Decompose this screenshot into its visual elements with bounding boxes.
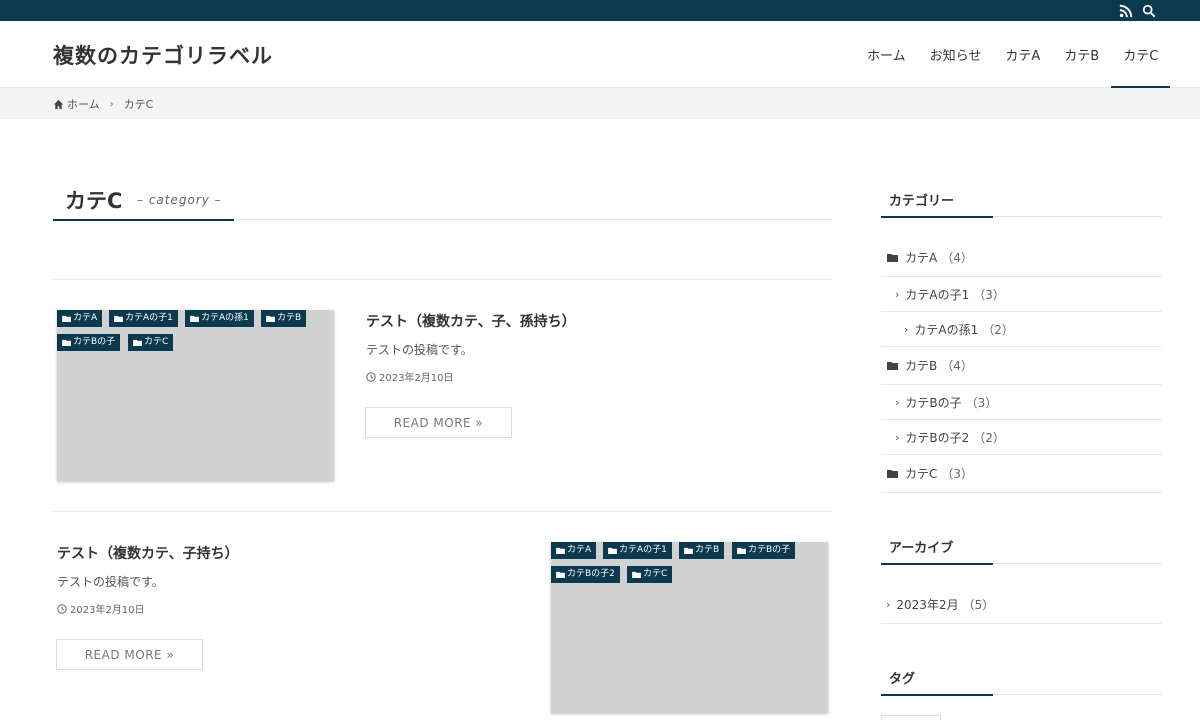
widget-title-area: タグ xyxy=(881,664,1162,696)
category-item[interactable]: カテC （3） xyxy=(881,455,1162,493)
folder-icon xyxy=(266,315,275,322)
breadcrumb-band: ホーム › カテC xyxy=(0,88,1200,119)
folder-icon xyxy=(887,253,898,262)
rss-icon[interactable] xyxy=(1119,3,1134,18)
divider xyxy=(53,511,832,512)
folder-icon xyxy=(556,547,565,554)
post-title[interactable]: テスト（複数カテ、子持ち） xyxy=(57,543,239,563)
chevron-right-icon: › xyxy=(895,395,900,409)
category-tag[interactable]: カテAの子1 xyxy=(603,542,672,559)
folder-icon xyxy=(556,571,565,578)
search-icon[interactable] xyxy=(1142,3,1157,18)
chevron-right-icon: › xyxy=(886,598,891,611)
folder-icon xyxy=(133,339,142,346)
breadcrumb-current: カテC xyxy=(123,98,154,111)
folder-icon xyxy=(737,547,746,554)
clock-icon xyxy=(366,371,376,382)
folder-icon xyxy=(887,362,898,370)
chevron-right-icon: › xyxy=(904,322,909,336)
breadcrumb-home[interactable]: ホーム xyxy=(67,96,100,112)
category-tag[interactable]: カテBの子 xyxy=(57,334,121,351)
nav-item-cat-a[interactable]: カテA xyxy=(993,21,1052,87)
folder-icon xyxy=(608,547,617,554)
category-item[interactable]: › カテAの孫1 （2） xyxy=(881,312,1162,347)
home-icon xyxy=(53,99,64,109)
post-date: 2023年2月10日 xyxy=(57,601,145,616)
category-tag[interactable]: カテA xyxy=(57,310,103,327)
folder-icon xyxy=(887,470,898,478)
chevron-right-icon: › xyxy=(895,287,900,301)
folder-icon xyxy=(190,315,199,322)
divider xyxy=(53,279,832,280)
category-item[interactable]: › カテBの子 （3） xyxy=(881,385,1162,420)
post-date: 2023年2月10日 xyxy=(366,369,454,384)
post-thumbnail[interactable]: カテA カテAの子1 カテB カテBの子 カテBの子2 カテC xyxy=(551,542,828,713)
category-tag[interactable]: カテBの子2 xyxy=(551,566,620,583)
nav-item-cat-c[interactable]: カテC xyxy=(1111,21,1171,88)
category-tag[interactable]: カテC xyxy=(627,566,673,583)
site-title[interactable]: 複数のカテゴリラベル xyxy=(53,40,273,70)
chevron-right-icon: › xyxy=(109,98,114,110)
folder-icon xyxy=(632,571,641,578)
nav-item-home[interactable]: ホーム xyxy=(855,21,918,87)
widget-title-area: アーカイブ xyxy=(881,533,1162,565)
widget-title-archives: アーカイブ xyxy=(889,541,954,556)
archive-title-area: カテC – category – xyxy=(53,180,832,221)
folder-icon xyxy=(62,315,71,322)
widget-title-categories: カテゴリー xyxy=(889,194,955,209)
category-tag[interactable]: カテB xyxy=(261,310,307,327)
read-more-button[interactable]: READ MORE » xyxy=(365,407,512,438)
category-tag[interactable]: カテAの子1 xyxy=(109,310,178,327)
widget-title-area: カテゴリー xyxy=(881,186,1162,218)
breadcrumb: ホーム › カテC xyxy=(53,96,153,112)
post-title[interactable]: テスト（複数カテ、子、孫持ち） xyxy=(366,311,576,331)
post-excerpt: テストの投稿です。 xyxy=(57,575,164,589)
top-bar xyxy=(0,0,1200,21)
nav-item-cat-b[interactable]: カテB xyxy=(1052,21,1111,87)
global-nav: ホーム お知らせ カテA カテB カテC xyxy=(855,21,1171,88)
nav-item-news[interactable]: お知らせ xyxy=(918,21,994,87)
category-item[interactable]: カテA （4） xyxy=(881,238,1162,277)
post-thumbnail[interactable]: カテA カテAの子1 カテAの孫1 カテB カテBの子 カテC xyxy=(57,310,334,481)
category-tag[interactable]: カテBの子 xyxy=(732,542,796,559)
page-title: カテC xyxy=(65,189,123,213)
read-more-button[interactable]: READ MORE » xyxy=(56,639,203,670)
tag-cloud-item[interactable] xyxy=(881,715,941,720)
category-item[interactable]: › カテBの子2 （2） xyxy=(881,420,1162,455)
category-tag[interactable]: カテAの孫1 xyxy=(185,310,254,327)
folder-icon xyxy=(62,339,71,346)
clock-icon xyxy=(57,603,67,614)
chevron-right-icon: › xyxy=(895,430,900,444)
widget-title-tags: タグ xyxy=(889,672,916,687)
post-excerpt: テストの投稿です。 xyxy=(366,343,473,357)
category-tag[interactable]: カテA xyxy=(551,542,597,559)
site-header: 複数のカテゴリラベル ホーム お知らせ カテA カテB カテC xyxy=(0,21,1200,88)
category-tag[interactable]: カテB xyxy=(679,542,725,559)
category-item[interactable]: › カテAの子1 （3） xyxy=(881,277,1162,312)
folder-icon xyxy=(684,547,693,554)
category-tag[interactable]: カテC xyxy=(128,334,174,351)
folder-icon xyxy=(114,315,123,322)
archive-item[interactable]: › 2023年2月 （5） xyxy=(881,586,1162,624)
page-subtitle: – category – xyxy=(137,193,222,207)
category-item[interactable]: カテB （4） xyxy=(881,347,1162,385)
